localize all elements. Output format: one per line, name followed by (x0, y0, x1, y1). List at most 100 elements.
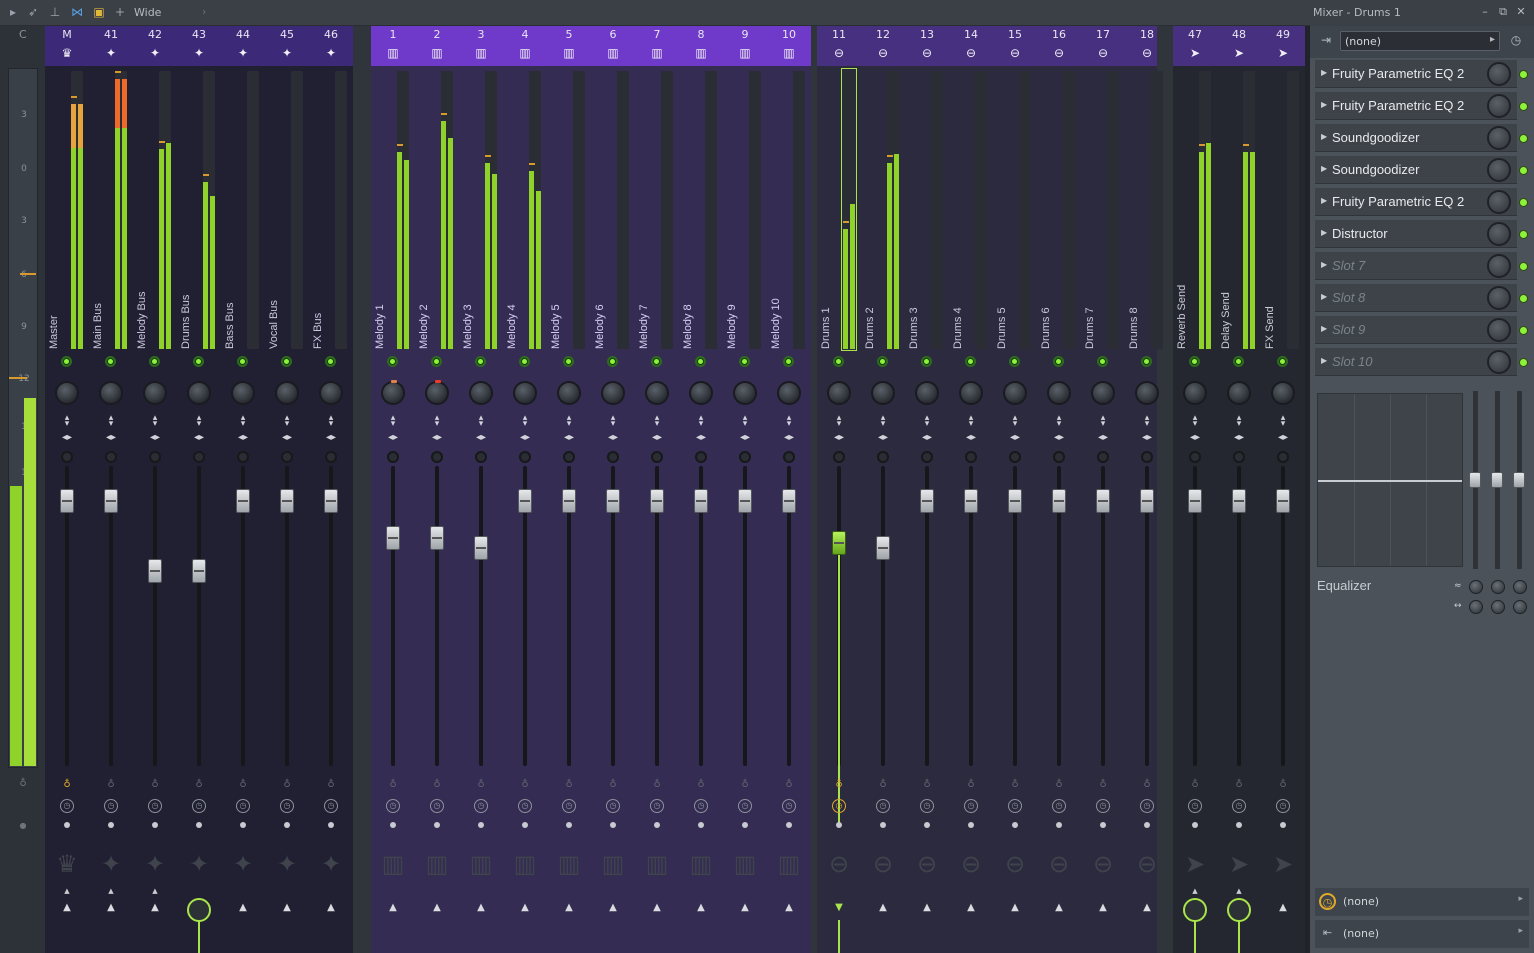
stereo-separation-icon[interactable]: ◂▸ (322, 432, 340, 444)
eq-low-fader[interactable] (1469, 472, 1481, 488)
dot-indicator[interactable] (1100, 822, 1106, 828)
mixer-track-18[interactable]: 18 ⊖ Drums 8 ▴ ▾ ◂▸ ♁ ◷ ⊖ ▲ (1125, 26, 1169, 953)
mixer-track-48[interactable]: 48 ➤ Delay Send ▴ ▾ ◂▸ ♁ ◷ ➤ ▲ (1217, 26, 1261, 953)
route-up-icon[interactable]: ▲ (1053, 902, 1065, 914)
stereo-knob[interactable] (651, 451, 663, 463)
pan-knob[interactable] (143, 381, 167, 405)
stereo-knob[interactable] (387, 451, 399, 463)
clock-icon[interactable]: ◷ (1276, 799, 1290, 813)
stereo-separation-icon[interactable]: ◂▸ (918, 432, 936, 444)
clock-icon[interactable]: ◷ (324, 799, 338, 813)
route-up-icon[interactable]: ▲ (325, 902, 337, 914)
mute-toggle[interactable] (1053, 356, 1064, 367)
pan-knob[interactable] (187, 381, 211, 405)
pan-knob[interactable] (1227, 381, 1251, 405)
pan-knob[interactable] (827, 381, 851, 405)
minimize-button[interactable]: – (1478, 5, 1492, 19)
dot-indicator[interactable] (108, 822, 114, 828)
dot-indicator[interactable] (522, 822, 528, 828)
stereo-separation-icon[interactable]: ◂▸ (58, 432, 76, 444)
volume-fader[interactable] (60, 489, 74, 513)
volume-track[interactable] (197, 466, 201, 766)
dot-indicator[interactable] (434, 822, 440, 828)
stereo-separation-icon[interactable]: ◂▸ (1094, 432, 1112, 444)
swap-up-down-icon[interactable]: ▴ ▾ (237, 414, 249, 429)
stereo-knob[interactable] (695, 451, 707, 463)
volume-fader[interactable] (324, 489, 338, 513)
mixer-track-43[interactable]: 43 ✦ Drums Bus ▴ ▾ ◂▸ ♁ ◷ ✦ (177, 26, 221, 953)
mute-toggle[interactable] (921, 356, 932, 367)
stereo-knob[interactable] (1053, 451, 1065, 463)
stereo-knob[interactable] (1097, 451, 1109, 463)
track-name[interactable]: Drums 1 (819, 193, 833, 353)
dot-indicator[interactable] (968, 822, 974, 828)
square-icon[interactable]: ▣ (92, 5, 106, 19)
route-up-icon[interactable]: ▲ (695, 902, 707, 914)
stereo-knob[interactable] (149, 451, 161, 463)
input-icon[interactable]: ⇥ (1318, 32, 1334, 48)
pan-knob[interactable] (99, 381, 123, 405)
mixer-track-7[interactable]: 7 ▥ Melody 7 ▴ ▾ ◂▸ ♁ ◷ ▥ ▲ (635, 26, 679, 953)
track-name[interactable]: Melody 10 (769, 193, 783, 353)
clock-icon[interactable]: ◷ (694, 799, 708, 813)
volume-fader[interactable] (964, 489, 978, 513)
swap-up-down-icon[interactable]: ▴ ▾ (1141, 414, 1153, 429)
record-arm-icon[interactable]: ♁ (833, 778, 845, 792)
clock-icon[interactable]: ◷ (236, 799, 250, 813)
stereo-knob[interactable] (475, 451, 487, 463)
mix-level-knob[interactable] (1487, 158, 1511, 182)
clock-icon[interactable]: ◷ (1508, 32, 1524, 48)
clock-icon[interactable]: ◷ (1232, 799, 1246, 813)
route-up-icon[interactable]: ▲ (607, 902, 619, 914)
mute-toggle[interactable] (281, 356, 292, 367)
track-name[interactable]: Melody 2 (417, 193, 431, 353)
swap-up-down-icon[interactable]: ▴ ▾ (607, 414, 619, 429)
eq-high-bw-knob[interactable] (1513, 600, 1527, 614)
eq-graph[interactable] (1317, 393, 1463, 567)
pan-knob[interactable] (1003, 381, 1027, 405)
swap-up-down-icon[interactable]: ▴ ▾ (1189, 414, 1201, 429)
mixer-track-2[interactable]: 2 ▥ Melody 2 ▴ ▾ ◂▸ ♁ ◷ ▥ ▲ (415, 26, 459, 953)
stereo-separation-icon[interactable]: ◂▸ (234, 432, 252, 444)
mute-toggle[interactable] (877, 356, 888, 367)
volume-fader[interactable] (876, 536, 890, 560)
stereo-knob[interactable] (833, 451, 845, 463)
mute-toggle[interactable] (61, 356, 72, 367)
track-name[interactable]: Main Bus (91, 193, 105, 353)
stereo-separation-icon[interactable]: ◂▸ (278, 432, 296, 444)
record-arm-icon[interactable]: ♁ (607, 778, 619, 792)
clock-icon[interactable]: ◷ (920, 799, 934, 813)
mixer-track-12[interactable]: 12 ⊖ Drums 2 ▴ ▾ ◂▸ ♁ ◷ ⊖ ▲ (861, 26, 905, 953)
eq-high-fader[interactable] (1513, 472, 1525, 488)
group-separator[interactable] (353, 26, 371, 953)
output-select[interactable]: ◷ (none) ▸ (1315, 888, 1529, 916)
pan-knob[interactable] (601, 381, 625, 405)
stereo-knob[interactable] (563, 451, 575, 463)
mute-toggle[interactable] (1277, 356, 1288, 367)
swap-up-down-icon[interactable]: ▴ ▾ (783, 414, 795, 429)
stereo-knob[interactable] (1233, 451, 1245, 463)
dot-indicator[interactable] (836, 822, 842, 828)
route-up-icon[interactable]: ▲ (387, 902, 399, 914)
pan-knob[interactable] (557, 381, 581, 405)
stereo-separation-icon[interactable]: ◂▸ (874, 432, 892, 444)
mixer-track-42[interactable]: 42 ✦ Melody Bus ▴ ▾ ◂▸ ♁ ◷ ✦ ▲ ▲ (133, 26, 177, 953)
stereo-separation-icon[interactable]: ◂▸ (648, 432, 666, 444)
pan-knob[interactable] (469, 381, 493, 405)
pan-knob[interactable] (319, 381, 343, 405)
route-up-icon[interactable]: ▲ (519, 902, 531, 914)
route-up-icon[interactable]: ▲ (965, 902, 977, 914)
dot-indicator[interactable] (64, 822, 70, 828)
record-arm-icon[interactable]: ♁ (431, 778, 443, 792)
pan-knob[interactable] (915, 381, 939, 405)
mute-toggle[interactable] (1233, 356, 1244, 367)
eq-mid-freq-knob[interactable] (1491, 580, 1505, 594)
route-up-icon[interactable]: ▲ (651, 902, 663, 914)
stereo-separation-icon[interactable]: ◂▸ (1138, 432, 1156, 444)
volume-track[interactable] (881, 466, 885, 766)
stereo-separation-icon[interactable]: ◂▸ (604, 432, 622, 444)
eq-low-bw-knob[interactable] (1469, 600, 1483, 614)
clock-icon[interactable]: ◷ (1140, 799, 1154, 813)
mixer-track-47[interactable]: 47 ➤ Reverb Send ▴ ▾ ◂▸ ♁ ◷ ➤ ▲ (1173, 26, 1217, 953)
mixer-track-49[interactable]: 49 ➤ FX Send ▴ ▾ ◂▸ ♁ ◷ ➤ ▲ (1261, 26, 1305, 953)
